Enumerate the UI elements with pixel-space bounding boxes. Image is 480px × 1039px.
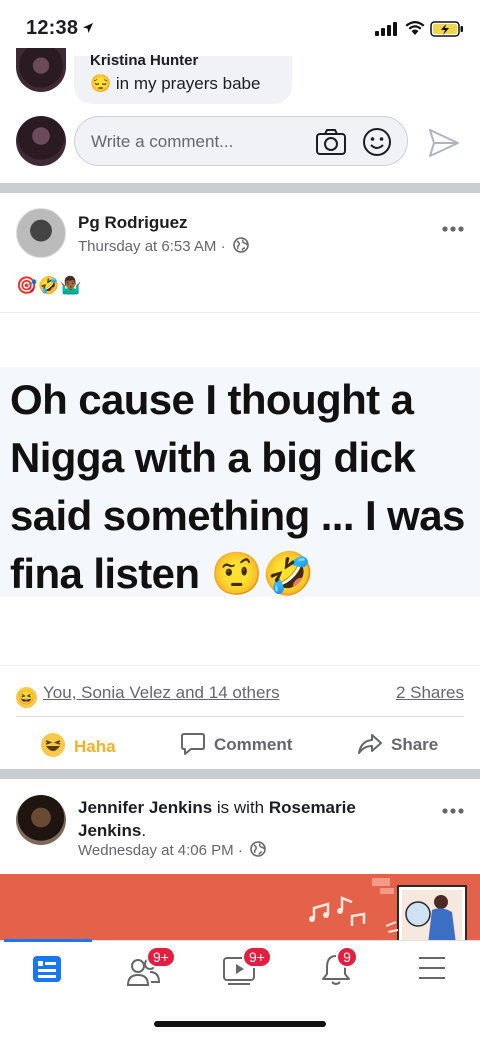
active-tab-indicator <box>4 939 92 942</box>
comment-label: Comment <box>214 735 293 754</box>
haha-icon <box>41 733 65 757</box>
comment-author[interactable]: Kristina Hunter <box>90 52 198 69</box>
friends-badge: 9+ <box>146 946 176 968</box>
status-bar: 12:38 <box>0 0 480 56</box>
send-icon[interactable] <box>428 128 460 163</box>
post-author-name[interactable]: Jennifer Jenkins <box>78 798 212 817</box>
share-label: Share <box>391 735 439 754</box>
post-timestamp[interactable]: Wednesday at 4:06 PM · <box>78 841 266 859</box>
period: . <box>141 821 147 840</box>
notifications-badge: 9 <box>336 946 358 968</box>
post-time-text: Thursday at 6:53 AM · <box>78 238 226 255</box>
post-image-text: Oh cause I thought a Nigga with a big di… <box>10 376 465 597</box>
actions-divider <box>16 716 464 717</box>
post-author-name[interactable]: Pg Rodriguez <box>78 213 188 233</box>
comment-placeholder: Write a comment... <box>91 132 234 151</box>
feed-divider <box>0 769 480 779</box>
location-arrow-icon <box>82 21 94 39</box>
globe-icon <box>250 841 266 857</box>
commenter-avatar[interactable] <box>16 48 66 92</box>
post-timestamp[interactable]: Thursday at 6:53 AM · <box>78 237 249 255</box>
cellular-signal-icon <box>375 22 397 41</box>
haha-label: Haha <box>74 737 116 756</box>
battery-charging-icon <box>430 21 464 42</box>
tab-friends[interactable]: 9+ <box>126 946 176 987</box>
with-text: is with <box>216 798 265 817</box>
post-caption: 🎯🤣🤷🏾‍♂️ <box>16 276 83 295</box>
reactions-summary[interactable]: 😆 You, Sonia Velez and 14 others <box>16 683 280 708</box>
comment-text: 😔 in my prayers babe <box>90 74 261 93</box>
reactions-text: You, Sonia Velez and 14 others <box>43 683 280 702</box>
share-icon <box>358 734 382 754</box>
share-button[interactable]: Share <box>357 732 438 758</box>
menu-icon <box>419 957 445 979</box>
shares-count[interactable]: 2 Shares <box>396 683 464 703</box>
post-image[interactable]: Oh cause I thought a Nigga with a big di… <box>0 312 480 666</box>
post-author-line[interactable]: Jennifer Jenkins is with Rosemarie Jenki… <box>78 796 418 842</box>
comment-icon <box>181 733 205 755</box>
post-more-options-icon[interactable] <box>442 220 464 238</box>
tab-menu[interactable] <box>416 953 456 987</box>
post-more-options-icon[interactable] <box>442 802 464 820</box>
comment-button[interactable]: Comment <box>180 732 292 758</box>
post-author-avatar[interactable] <box>16 795 66 845</box>
home-indicator[interactable] <box>154 1021 326 1027</box>
haha-button[interactable]: Haha <box>40 732 116 758</box>
emoji-icon[interactable] <box>362 127 392 162</box>
globe-icon <box>232 237 249 253</box>
post-author-avatar[interactable] <box>16 208 66 258</box>
comment-bubble: Kristina Hunter 😔 in my prayers babe <box>74 52 292 104</box>
post-image[interactable] <box>0 874 480 940</box>
haha-reaction-icon: 😆 <box>16 687 37 708</box>
feed-divider <box>0 183 480 193</box>
status-time: 12:38 <box>26 17 79 39</box>
comment-input[interactable]: Write a comment... <box>74 116 408 166</box>
my-avatar <box>16 116 66 166</box>
wifi-icon <box>405 20 425 41</box>
watch-badge: 9+ <box>242 946 272 968</box>
tab-watch[interactable]: 9+ <box>222 946 272 987</box>
tab-news-feed[interactable] <box>30 953 70 987</box>
music-illustration <box>309 878 467 940</box>
camera-icon[interactable] <box>315 128 347 161</box>
news-feed-icon <box>33 956 61 982</box>
post-time-text: Wednesday at 4:06 PM · <box>78 842 243 859</box>
tab-notifications[interactable]: 9 <box>320 946 360 987</box>
